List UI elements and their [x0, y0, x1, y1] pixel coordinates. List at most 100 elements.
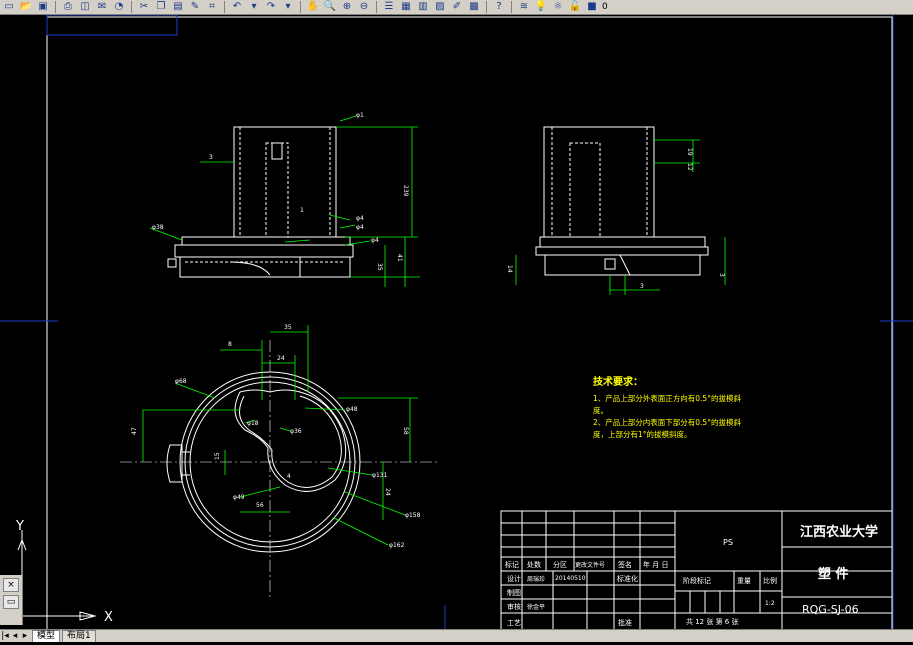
- design-date: 20140510: [555, 575, 586, 582]
- dim-label: φ162: [389, 542, 405, 549]
- front-inner-slot: [265, 142, 289, 238]
- copy-icon[interactable]: ❐: [154, 1, 168, 13]
- dim-label: 14: [506, 265, 513, 273]
- front-tab: [167, 258, 177, 268]
- dim-label: 3: [718, 273, 725, 277]
- tb-header: 标记: [505, 560, 519, 569]
- dim-label: φ36: [290, 428, 302, 435]
- tab-model[interactable]: 模型: [32, 630, 61, 642]
- tech-line: 度。: [593, 405, 608, 415]
- properties-icon[interactable]: ☰: [382, 1, 396, 13]
- leader: [284, 239, 311, 243]
- ucs-y-label: Y: [15, 519, 24, 534]
- layer-lock-icon[interactable]: 🔓: [568, 1, 582, 13]
- dim-label: 3: [640, 283, 644, 290]
- dim-label: 56: [256, 502, 264, 509]
- tb-header: 签名: [618, 560, 632, 569]
- tech-requirements: 技术要求： 1、产品上部分外表面正方向有0.5°的拔模斜 度。 2、产品上部分内…: [593, 375, 741, 439]
- drawing-canvas[interactable]: φ1 3 239 φ38 φ4 φ4 φ4 1 35 41 19 12 14 3…: [0, 14, 913, 641]
- leader: [344, 491, 406, 516]
- dim-label: 19: [686, 148, 693, 156]
- tab-nav-prev-icon[interactable]: ◂: [10, 631, 20, 642]
- tb-header: 标准化: [617, 574, 638, 583]
- tb-header: 工艺: [507, 619, 521, 627]
- redo-dropdown-icon[interactable]: ▾: [281, 1, 295, 13]
- tool-palettes-icon[interactable]: ▥: [416, 1, 430, 13]
- tech-line: 1、产品上部分外表面正方向有0.5°的拔模斜: [593, 393, 741, 403]
- layer-on-icon[interactable]: 💡: [534, 1, 548, 13]
- leader: [174, 382, 216, 399]
- match-properties-icon[interactable]: ✎: [188, 1, 202, 13]
- ucs-icon: [17, 530, 97, 621]
- university-name: 江西农业大学: [800, 524, 878, 540]
- front-view: [167, 126, 354, 278]
- zoom-realtime-icon[interactable]: 🔍: [323, 1, 337, 13]
- design-center-icon[interactable]: ▦: [399, 1, 413, 13]
- paste-icon[interactable]: ▤: [171, 1, 185, 13]
- tb-header: 批准: [618, 618, 632, 627]
- tb-header: 审核: [507, 602, 521, 611]
- tb-header: 比例: [763, 576, 777, 585]
- drawing-svg: φ1 3 239 φ38 φ4 φ4 φ4 1 35 41 19 12 14 3…: [0, 14, 913, 641]
- material: PS: [723, 538, 733, 547]
- front-dim-text: φ1 3 239 φ38 φ4 φ4 φ4 1 35 41: [152, 112, 409, 271]
- part-name: 塑 件: [818, 566, 849, 582]
- publish-icon[interactable]: ✉: [95, 1, 109, 13]
- dim-label: φ68: [175, 378, 187, 385]
- dim-label: 35: [376, 263, 383, 271]
- tab-layout1[interactable]: 布局1: [62, 630, 96, 642]
- layout-tab-bar: |◂ ◂ ▸ 模型 布局1: [0, 629, 913, 642]
- zoom-window-icon[interactable]: ⊕: [340, 1, 354, 13]
- help-icon[interactable]: ?: [492, 1, 506, 13]
- toolbar-separator: [376, 1, 377, 13]
- sheet-set-icon[interactable]: ▨: [433, 1, 447, 13]
- layer-name[interactable]: 0: [602, 2, 608, 12]
- open-icon[interactable]: 📂: [19, 1, 33, 13]
- tb-header: 阶段标记: [683, 576, 711, 585]
- undo-icon[interactable]: ↶: [230, 1, 244, 13]
- dim-label: φ158: [405, 512, 421, 519]
- dim-label: 15: [214, 452, 221, 460]
- save-icon[interactable]: ▣: [36, 1, 50, 13]
- tb-header: 重量: [737, 577, 751, 585]
- close-icon[interactable]: ×: [3, 578, 19, 592]
- leader: [329, 214, 351, 221]
- toolbar-separator: [55, 1, 56, 13]
- command-window-icon[interactable]: ▭: [3, 595, 19, 609]
- plot-preview-icon[interactable]: ◫: [78, 1, 92, 13]
- leader: [304, 407, 346, 411]
- undo-dropdown-icon[interactable]: ▾: [247, 1, 261, 13]
- layer-properties-icon[interactable]: ≋: [517, 1, 531, 13]
- front-base: [174, 244, 354, 258]
- etransmit-icon[interactable]: ◔: [112, 1, 126, 13]
- leader: [344, 240, 371, 246]
- layer-freeze-icon[interactable]: ☼: [551, 1, 565, 13]
- redo-icon[interactable]: ↷: [264, 1, 278, 13]
- checker: 徐金平: [527, 603, 545, 611]
- cut-icon[interactable]: ✂: [137, 1, 151, 13]
- layer-color-icon[interactable]: ■: [585, 1, 599, 13]
- calculator-icon[interactable]: ▩: [467, 1, 481, 13]
- left-tool-panel: × ▭: [0, 575, 23, 625]
- zoom-previous-icon[interactable]: ⊖: [357, 1, 371, 13]
- new-icon[interactable]: ▭: [2, 1, 16, 13]
- tech-line: 度，上部分有1°的拔模斜度。: [593, 429, 692, 439]
- tab-nav-next-icon[interactable]: ▸: [20, 631, 30, 642]
- leader: [279, 427, 291, 432]
- leader: [333, 517, 389, 546]
- dim-label: φ48: [346, 406, 358, 413]
- tab-nav-first-icon[interactable]: |◂: [0, 631, 10, 642]
- scale-value: 1:2: [765, 600, 775, 607]
- leader: [339, 224, 356, 229]
- leader: [339, 115, 357, 122]
- tb-header: 处数: [527, 560, 541, 569]
- block-editor-icon[interactable]: ⌗: [205, 1, 219, 13]
- pan-icon[interactable]: ✋: [306, 1, 320, 13]
- top-centerlines: [120, 340, 440, 600]
- sheet-count: 共 12 张 第 6 张: [686, 617, 739, 626]
- markup-icon[interactable]: ✐: [450, 1, 464, 13]
- tb-header: 更改文件号: [575, 561, 605, 569]
- print-icon[interactable]: ⎙: [61, 1, 75, 13]
- tb-header: 设计: [507, 574, 521, 583]
- tech-line: 2、产品上部分内表面下部分有0.5°的拔模斜: [593, 417, 741, 427]
